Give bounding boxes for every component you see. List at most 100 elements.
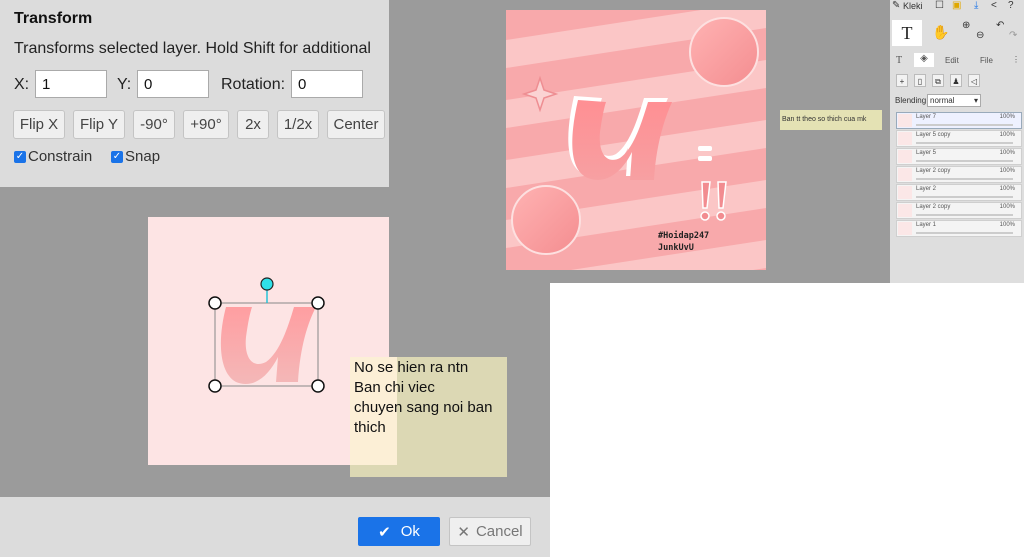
- center-button[interactable]: Center: [327, 110, 385, 139]
- dialog-description: Transforms selected layer. Hold Shift fo…: [14, 40, 371, 57]
- zoom-out-icon[interactable]: ⊖: [976, 30, 984, 41]
- layer-row[interactable]: Layer 5 copy 100%: [896, 130, 1022, 147]
- layer-opacity-slider[interactable]: [916, 232, 1013, 234]
- download-icon[interactable]: ⤓: [974, 0, 978, 11]
- tab-edit[interactable]: Edit: [945, 56, 959, 65]
- layer-thumbnail: [898, 186, 912, 199]
- scale-2x-button[interactable]: 2x: [237, 110, 269, 139]
- rotate-minus-90-button[interactable]: -90°: [133, 110, 175, 139]
- editor-note: Ban tt theo so thich cua mk: [780, 110, 882, 130]
- dialog-title: Transform: [14, 10, 93, 27]
- constrain-label: Constrain: [28, 148, 93, 165]
- exclaim-dot-1: [700, 211, 710, 221]
- kleki-logo-icon: ✎: [892, 0, 901, 11]
- snap-label: Snap: [125, 148, 161, 165]
- y-input[interactable]: [137, 70, 209, 98]
- add-layer-icon[interactable]: +: [896, 74, 908, 87]
- resize-handle-top-left[interactable]: [208, 296, 222, 310]
- scale-half-button[interactable]: 1/2x: [277, 110, 319, 139]
- equals-bar-bottom: [698, 156, 712, 161]
- layer-opacity-slider[interactable]: [916, 142, 1013, 144]
- more-icon[interactable]: ⋮: [1012, 55, 1020, 64]
- layer-name: Layer 7: [916, 114, 937, 120]
- text-tool[interactable]: T: [892, 20, 922, 46]
- layer-opacity-slider[interactable]: [916, 160, 1013, 162]
- resize-handle-top-right[interactable]: [311, 296, 325, 310]
- layer-row[interactable]: Layer 7 100%: [896, 112, 1022, 129]
- help-icon[interactable]: ?: [1008, 0, 1014, 11]
- layer-opacity-slider[interactable]: [916, 178, 1013, 180]
- layer-opacity: 100%: [999, 186, 1015, 192]
- open-icon[interactable]: ▣: [952, 0, 961, 11]
- x-label: X:: [14, 76, 30, 93]
- checkmark-icon: ✔: [378, 523, 391, 541]
- layer-row[interactable]: Layer 2 100%: [896, 184, 1022, 201]
- layer-row[interactable]: Layer 2 copy 100%: [896, 166, 1022, 183]
- layer-name: Layer 5: [916, 150, 937, 156]
- rotate-handle[interactable]: [260, 277, 274, 291]
- layer-opacity: 100%: [999, 222, 1015, 228]
- undo-icon[interactable]: ↶: [996, 20, 1004, 31]
- note-line: thich: [354, 419, 386, 436]
- blending-value: normal: [930, 96, 955, 105]
- layer-row[interactable]: Layer 5 100%: [896, 148, 1022, 165]
- hand-icon[interactable]: ✋: [932, 24, 949, 41]
- flip-y-button[interactable]: Flip Y: [73, 110, 125, 139]
- tab-text-tool-icon[interactable]: T: [896, 55, 902, 66]
- layer-thumbnail: [898, 150, 912, 163]
- note-line: No se hien ra ntn: [354, 359, 469, 376]
- layer-opacity-slider[interactable]: [916, 214, 1013, 216]
- resize-handle-bottom-right[interactable]: [311, 379, 325, 393]
- layer-thumbnail: [898, 168, 912, 181]
- rotate-plus-90-button[interactable]: +90°: [183, 110, 229, 139]
- layer-name: Layer 5 copy: [916, 132, 951, 138]
- delete-layer-icon[interactable]: ▯: [914, 74, 926, 87]
- layer-settings-icon[interactable]: ◁: [968, 74, 980, 87]
- y-label: Y:: [117, 76, 132, 93]
- merge-layer-icon[interactable]: ♟: [950, 74, 962, 87]
- ok-button[interactable]: ✔ Ok: [358, 517, 440, 546]
- annotation-note-text: No se hien ra ntn Ban chi viec chuyen sa…: [354, 358, 510, 438]
- tab-file[interactable]: File: [980, 56, 993, 65]
- layer-name: Layer 2 copy: [916, 204, 951, 210]
- resize-handle-bottom-left[interactable]: [208, 379, 222, 393]
- snap-checkbox[interactable]: ✓ Snap: [111, 148, 160, 165]
- artwork-canvas[interactable]: #Hoidap247 JunkUvU: [506, 10, 766, 270]
- layer-row[interactable]: Layer 2 copy 100%: [896, 202, 1022, 219]
- tab-layers-icon[interactable]: ◈: [914, 53, 934, 67]
- cancel-button[interactable]: ✕ Cancel: [449, 517, 531, 546]
- layer-name: Layer 2: [916, 186, 937, 192]
- layer-name: Layer 2 copy: [916, 168, 951, 174]
- top-right-ball: [689, 17, 759, 87]
- x-input[interactable]: [35, 70, 107, 98]
- share-icon[interactable]: <: [991, 0, 997, 11]
- duplicate-layer-icon[interactable]: ⧉: [932, 74, 944, 87]
- panel-tabs: T ◈ Edit File ⋮: [890, 53, 1024, 69]
- checkbox-checked-icon: ✓: [14, 150, 26, 163]
- rotation-input[interactable]: [291, 70, 363, 98]
- constrain-checkbox[interactable]: ✓ Constrain: [14, 148, 92, 165]
- layer-row[interactable]: Layer 1 100%: [896, 220, 1022, 237]
- layer-opacity: 100%: [999, 132, 1015, 138]
- exclaim-dot-2: [716, 211, 726, 221]
- blending-label: Blending: [895, 96, 927, 105]
- layer-opacity: 100%: [999, 204, 1015, 210]
- app-name: Kleki: [903, 1, 923, 11]
- close-icon: ✕: [457, 523, 470, 541]
- flip-x-button[interactable]: Flip X: [13, 110, 65, 139]
- layer-opacity: 100%: [999, 114, 1015, 120]
- layer-name: Layer 1: [916, 222, 937, 228]
- chevron-down-icon: ▾: [973, 96, 978, 105]
- editor-screenshot: #Hoidap247 JunkUvU Ban tt theo so thich …: [389, 0, 890, 283]
- redo-icon[interactable]: ↷: [1009, 30, 1017, 41]
- cancel-label: Cancel: [475, 523, 523, 540]
- letter-u-shape: [220, 307, 316, 385]
- checkbox-checked-icon: ✓: [111, 150, 123, 163]
- layer-opacity-slider[interactable]: [916, 196, 1013, 198]
- new-icon[interactable]: ☐: [935, 0, 944, 11]
- zoom-in-icon[interactable]: ⊕: [962, 20, 970, 31]
- blending-select[interactable]: normal ▾: [927, 94, 981, 107]
- artwork-tag: #Hoidap247: [658, 230, 709, 241]
- layer-opacity-slider[interactable]: [916, 124, 1013, 126]
- note-line: chuyen sang noi ban: [354, 399, 493, 416]
